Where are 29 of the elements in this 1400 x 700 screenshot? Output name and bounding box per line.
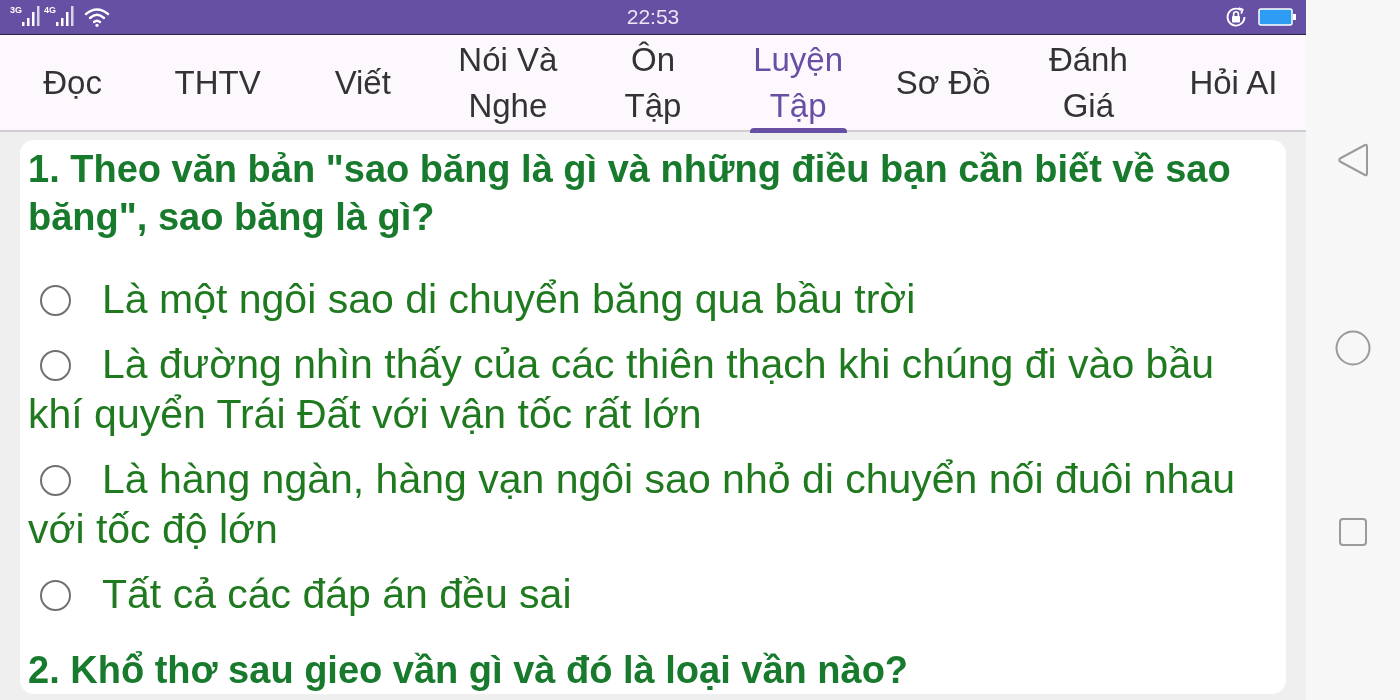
network-type-label: 4G — [44, 6, 57, 15]
tab[interactable]: Đánh Giá — [1015, 35, 1161, 130]
answer-option[interactable]: Là một ngôi sao di chuyển băng qua bầu trời — [28, 274, 1278, 324]
tab[interactable]: Ôn Tập — [580, 35, 726, 130]
signal-bars-icon — [56, 6, 75, 26]
home-circle-icon — [1335, 330, 1371, 366]
clock-time: 22:53 — [626, 5, 680, 29]
answer-option[interactable]: Là hàng ngàn, hàng vạn ngôi sao nhỏ di chuyển nối đuôi nhau với tốc độ lớn — [28, 454, 1278, 554]
question-text: 2. Khổ thơ sau gieo vần gì và đó là loại vần nào? — [28, 649, 910, 691]
tab[interactable]: Sơ Đồ — [870, 35, 1016, 130]
rotation-lock-icon — [1224, 5, 1248, 29]
answer-option[interactable]: Tất cả các đáp án đều sai — [28, 569, 1278, 619]
signal-bars-icon — [22, 6, 40, 26]
battery-icon — [1258, 8, 1296, 26]
recents-button[interactable] — [1339, 518, 1367, 546]
network-type-label: 3G — [10, 6, 22, 15]
answer-option[interactable]: Là đường nhìn thấy của các thiên thạch khi chúng đi vào bầu khí quyển Trái Đất với vận tốc rất lớn — [28, 339, 1278, 439]
back-triangle-icon — [1337, 142, 1369, 178]
recents-square-icon — [1339, 518, 1367, 546]
tab[interactable]: THTV — [145, 35, 291, 130]
tab[interactable]: Hỏi AI — [1160, 35, 1306, 130]
tab[interactable]: Luyện Tập — [725, 35, 871, 130]
back-button[interactable] — [1337, 142, 1369, 178]
tab[interactable]: Đọc — [0, 35, 146, 130]
home-button[interactable] — [1335, 330, 1371, 366]
wifi-icon — [84, 7, 111, 27]
tab[interactable]: Nói Và Nghe — [435, 35, 581, 130]
tab[interactable]: Viết — [290, 35, 436, 130]
question-text: 1. Theo văn bản "sao băng là gì và những điều bạn cần biết về sao băng", sao băng là gì? — [28, 147, 1232, 240]
